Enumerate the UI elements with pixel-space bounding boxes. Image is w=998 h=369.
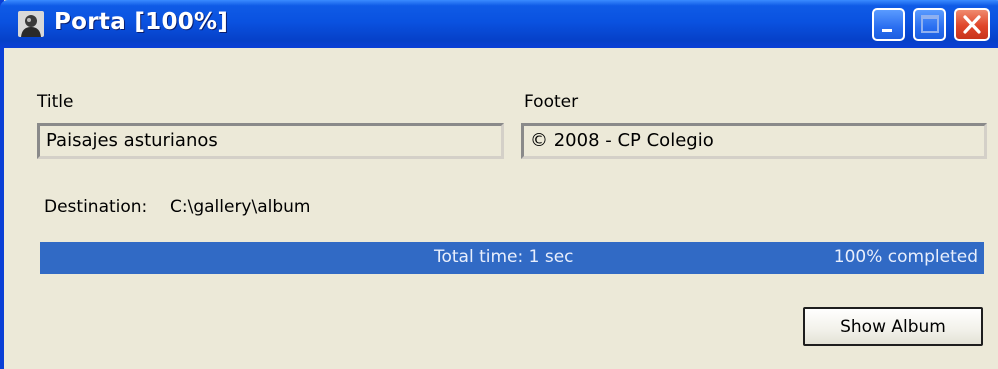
total-time-text: Total time: 1 sec	[434, 247, 574, 267]
close-icon	[963, 15, 981, 34]
footer-label: Footer	[524, 92, 579, 112]
title-field[interactable]: Paisajes asturianos	[37, 123, 504, 159]
minimize-icon	[882, 29, 892, 32]
porta-window: Porta [100%] Title Paisajes asturianos F…	[0, 0, 998, 369]
bust-portrait-icon	[18, 11, 44, 37]
show-album-button[interactable]: Show Album	[803, 307, 983, 346]
destination-value: C:\gallery\album	[170, 197, 311, 217]
footer-field[interactable]: © 2008 - CP Colegio	[521, 123, 987, 159]
minimize-button[interactable]	[872, 8, 905, 41]
title-bar[interactable]: Porta [100%]	[0, 0, 998, 48]
destination-label: Destination:	[44, 197, 148, 217]
maximize-icon	[921, 15, 939, 33]
percent-completed-text: 100% completed	[833, 247, 978, 267]
close-button[interactable]	[954, 8, 990, 41]
progress-bar: Total time: 1 sec 100% completed	[40, 242, 984, 274]
maximize-button[interactable]	[913, 8, 946, 41]
title-label: Title	[37, 92, 74, 112]
window-title: Porta [100%]	[54, 9, 229, 35]
